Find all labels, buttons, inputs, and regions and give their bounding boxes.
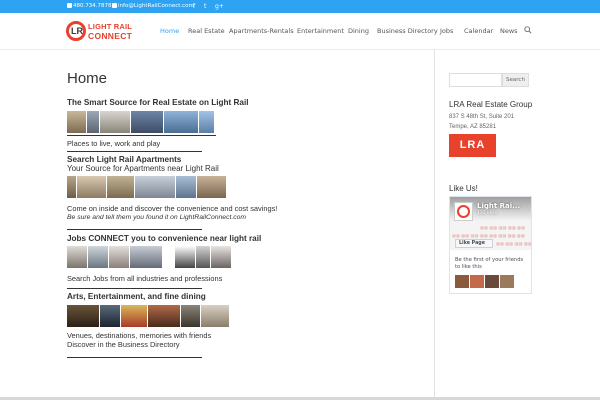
photo-thumbnail[interactable] bbox=[121, 305, 147, 327]
phone-icon bbox=[67, 3, 72, 8]
photo-thumbnail[interactable] bbox=[67, 111, 86, 133]
photo-thumbnail[interactable] bbox=[67, 246, 87, 268]
photo-thumbnail[interactable] bbox=[67, 305, 99, 327]
photo-thumbnail[interactable] bbox=[109, 246, 129, 268]
top-bar: 480.734.7878 info@LightRailConnect.com f… bbox=[0, 0, 600, 13]
photo-thumbnail[interactable] bbox=[196, 246, 210, 268]
photo-thumbnail[interactable] bbox=[201, 305, 229, 327]
nav-dining[interactable]: Dining bbox=[348, 27, 369, 35]
jobs-caption: Search Jobs from all industries and prof… bbox=[67, 274, 223, 283]
photo-thumbnail[interactable] bbox=[131, 111, 163, 133]
divider bbox=[67, 151, 202, 152]
photo-thumbnail[interactable] bbox=[67, 176, 76, 198]
photo-thumbnail[interactable] bbox=[176, 176, 196, 198]
fan-photo[interactable] bbox=[455, 275, 469, 288]
like-page-label: Like Page bbox=[459, 241, 485, 246]
like-page-button[interactable]: Like Page bbox=[455, 239, 493, 248]
photo-thumbnail[interactable] bbox=[148, 305, 180, 327]
facebook-avatar[interactable] bbox=[454, 202, 473, 221]
nav-home[interactable]: Home bbox=[160, 27, 179, 35]
phone-contact[interactable]: 480.734.7878 bbox=[67, 2, 112, 11]
sidebar-divider bbox=[434, 49, 435, 400]
site-header: LR LIGHT RAIL CONNECT Home Real Estate A… bbox=[0, 13, 600, 49]
apartments-note: Be sure and tell them you found it on Li… bbox=[67, 214, 247, 221]
jobs-heading[interactable]: Jobs CONNECT you to convenience near lig… bbox=[67, 234, 261, 243]
facebook-likes: 132 likes bbox=[477, 211, 498, 216]
facebook-friends-text: Be the first of your friends to like thi… bbox=[455, 257, 524, 270]
facebook-page-name[interactable]: Light Rai... bbox=[477, 202, 520, 210]
divider bbox=[67, 135, 216, 136]
photo-thumbnail[interactable] bbox=[107, 176, 134, 198]
like-us-title: Like Us! bbox=[449, 184, 478, 193]
email-contact[interactable]: info@LightRailConnect.com bbox=[112, 2, 194, 11]
nav-real-estate[interactable]: Real Estate bbox=[188, 27, 225, 35]
apartments-caption: Come on inside and discover the convenie… bbox=[67, 204, 278, 213]
divider bbox=[67, 288, 202, 289]
nav-entertainment[interactable]: Entertainment bbox=[297, 27, 344, 35]
site-logo[interactable]: LR LIGHT RAIL CONNECT bbox=[66, 21, 132, 43]
email-icon bbox=[112, 3, 117, 8]
twitter-icon[interactable]: t bbox=[204, 2, 206, 11]
nav-jobs[interactable]: Jobs bbox=[440, 27, 453, 35]
google-plus-icon[interactable]: g+ bbox=[215, 2, 224, 11]
nav-business-directory[interactable]: Business Directory bbox=[377, 27, 438, 35]
entertainment-caption-line2[interactable]: Discover in the Business Directory bbox=[67, 340, 180, 349]
entertainment-heading[interactable]: Arts, Entertainment, and fine dining bbox=[67, 292, 206, 301]
divider bbox=[67, 229, 202, 230]
photo-thumbnail[interactable] bbox=[100, 305, 120, 327]
group-title: LRA Real Estate Group bbox=[449, 100, 533, 109]
photo-thumbnail[interactable] bbox=[164, 111, 198, 133]
sidebar-search-input[interactable] bbox=[449, 73, 502, 87]
apartments-subheading: Your Source for Apartments near Light Ra… bbox=[67, 164, 219, 173]
photo-thumbnail[interactable] bbox=[100, 111, 130, 133]
divider bbox=[67, 357, 202, 358]
photo-thumbnail[interactable] bbox=[211, 246, 231, 268]
apartments-heading[interactable]: Search Light Rail Apartments bbox=[67, 155, 181, 164]
facebook-widget[interactable]: @@ @@ @@ @@ @@ @@ @@ @@ @@ @@ @@ @@ @@ @… bbox=[449, 196, 532, 294]
photo-thumbnail[interactable] bbox=[175, 246, 195, 268]
photo-thumbnail[interactable] bbox=[199, 111, 214, 133]
fan-photo[interactable] bbox=[470, 275, 484, 288]
real-estate-caption: Places to live, work and play bbox=[67, 139, 161, 148]
logo-line2: CONNECT bbox=[88, 31, 133, 41]
fan-photo[interactable] bbox=[500, 275, 514, 288]
nav-apartments-rentals[interactable]: Apartments-Rentals bbox=[229, 27, 294, 35]
sidebar-search-button[interactable]: Search bbox=[502, 73, 529, 87]
photo-thumbnail[interactable] bbox=[87, 111, 99, 133]
photo-thumbnail[interactable] bbox=[77, 176, 106, 198]
lra-logo[interactable]: LRA bbox=[449, 134, 496, 157]
group-address-line1: 837 S 48th St, Suite 201 bbox=[449, 114, 515, 120]
photo-thumbnail[interactable] bbox=[197, 176, 226, 198]
photo-thumbnail[interactable] bbox=[135, 176, 175, 198]
email-address: info@LightRailConnect.com bbox=[118, 3, 194, 9]
entertainment-caption-line1: Venues, destinations, memories with frie… bbox=[67, 331, 212, 340]
search-icon[interactable] bbox=[524, 26, 532, 34]
real-estate-heading[interactable]: The Smart Source for Real Estate on Ligh… bbox=[67, 98, 249, 107]
nav-news[interactable]: News bbox=[500, 27, 518, 35]
photo-thumbnail[interactable] bbox=[181, 305, 200, 327]
facebook-icon[interactable]: f bbox=[193, 2, 195, 11]
logo-line1: LIGHT RAIL bbox=[88, 22, 133, 31]
fan-photo[interactable] bbox=[485, 275, 499, 288]
group-address-line2: Tempe, AZ 85281 bbox=[449, 124, 497, 130]
photo-thumbnail[interactable] bbox=[88, 246, 108, 268]
phone-number: 480.734.7878 bbox=[73, 3, 112, 9]
nav-calendar[interactable]: Calendar bbox=[464, 27, 493, 35]
page-title: Home bbox=[67, 70, 108, 87]
logo-mark: LR bbox=[66, 21, 86, 41]
photo-thumbnail[interactable] bbox=[130, 246, 162, 268]
